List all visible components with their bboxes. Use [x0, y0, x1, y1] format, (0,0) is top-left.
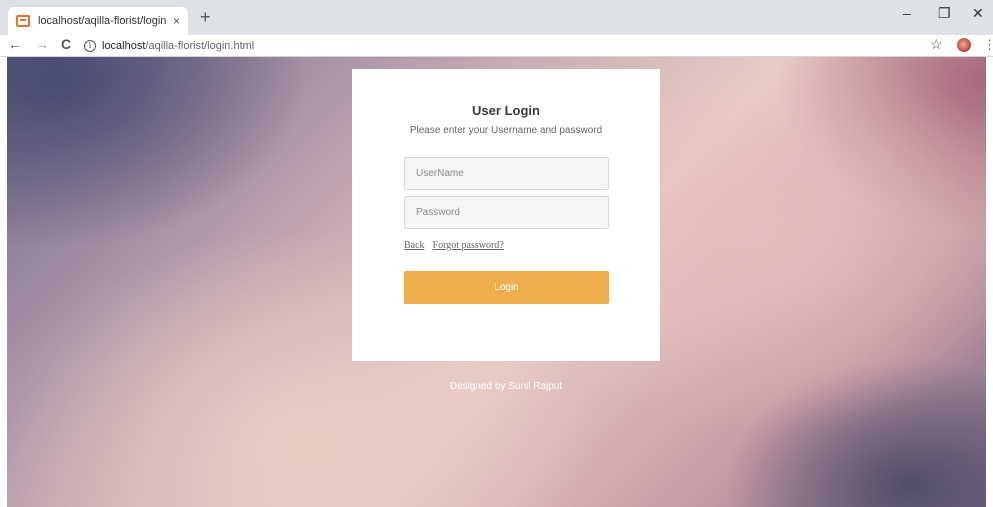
info-icon[interactable]: i — [84, 39, 96, 52]
new-tab-icon[interactable]: + — [200, 8, 211, 26]
username-input[interactable] — [404, 157, 609, 190]
back-arrow-icon[interactable]: ← — [8, 37, 22, 51]
forgot-password-link[interactable]: Forgot password? — [433, 240, 504, 251]
login-links: Back Forgot password? — [404, 240, 512, 251]
login-title: User Login — [472, 103, 540, 118]
login-card: User Login Please enter your Username an… — [352, 69, 660, 361]
browser-tab-strip: localhost/aqilla-florist/login.html × + … — [0, 0, 993, 35]
browser-tab[interactable]: localhost/aqilla-florist/login.html × — [8, 7, 188, 35]
tab-close-icon[interactable]: × — [173, 15, 180, 27]
url-path: /aqilla-florist/login.html — [145, 39, 255, 52]
reload-icon[interactable]: C — [61, 37, 71, 51]
minimize-icon[interactable]: – — [903, 6, 911, 20]
footer-credit: Designed by Sunil Rajput — [449, 381, 563, 392]
url-host: localhost — [102, 39, 146, 52]
forward-arrow-icon[interactable]: → — [35, 37, 49, 51]
bookmark-star-icon[interactable]: ☆ — [930, 37, 943, 51]
tab-title: localhost/aqilla-florist/login.html — [38, 15, 167, 27]
login-button[interactable]: Login — [404, 271, 609, 304]
address-bar[interactable]: i localhost/aqilla-florist/login.html — [84, 36, 922, 55]
back-link[interactable]: Back — [404, 240, 425, 251]
browser-toolbar: ← → C i localhost/aqilla-florist/login.h… — [0, 35, 993, 57]
favicon-icon — [16, 15, 30, 27]
kebab-menu-icon[interactable]: ⋮ — [983, 38, 993, 51]
restore-icon[interactable]: ❐ — [938, 6, 951, 20]
password-input[interactable] — [404, 196, 609, 229]
profile-avatar-icon[interactable] — [957, 38, 971, 52]
page-background: User Login Please enter your Username an… — [7, 57, 986, 507]
window-close-icon[interactable]: ✕ — [972, 6, 984, 20]
login-subtitle: Please enter your Username and password — [409, 125, 603, 136]
